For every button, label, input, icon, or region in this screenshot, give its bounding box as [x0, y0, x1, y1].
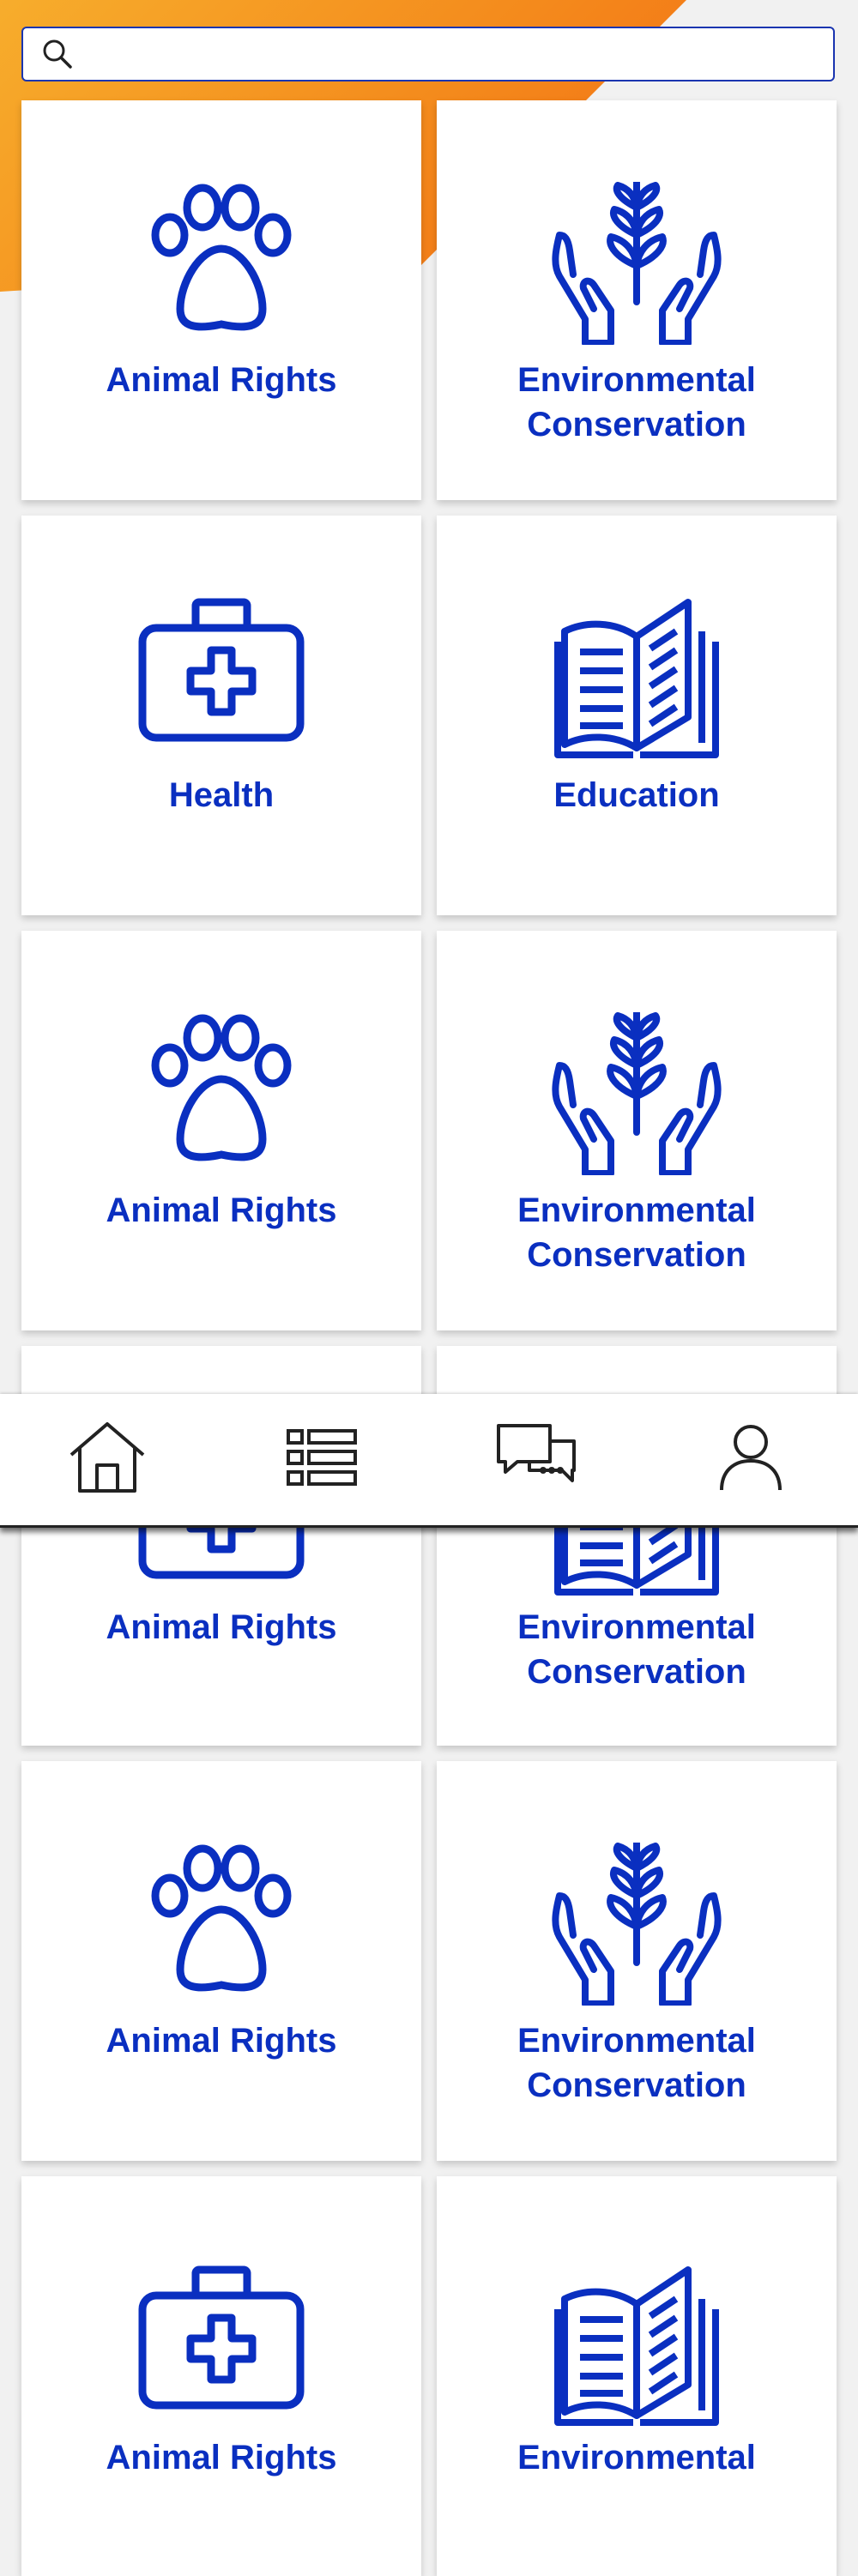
- chat-icon[interactable]: [495, 1422, 577, 1497]
- hands-plant-icon: [437, 182, 837, 345]
- cause-card[interactable]: Environmental Conservation: [437, 1761, 837, 2161]
- card-label: Environmental Conservation: [517, 1191, 756, 1274]
- cause-card[interactable]: Animal Rights: [21, 931, 421, 1330]
- first-aid-kit-icon: [21, 597, 421, 751]
- card-label: Environmental Conservation: [517, 1608, 756, 1691]
- cause-card[interactable]: Health: [21, 516, 421, 915]
- card-label: Animal Rights: [106, 1608, 337, 1646]
- first-aid-kit-icon: [21, 2265, 421, 2419]
- paw-icon: [21, 1012, 421, 1167]
- card-label: Animal Rights: [106, 1191, 337, 1229]
- open-book-icon: [437, 597, 837, 758]
- card-label: Animal Rights: [106, 2439, 337, 2476]
- search-icon[interactable]: [40, 37, 75, 71]
- cause-card[interactable]: Animal Rights: [21, 2176, 421, 2576]
- card-label: Animal Rights: [106, 2022, 337, 2060]
- hands-plant-icon: [437, 1843, 837, 2006]
- search-input[interactable]: [75, 27, 833, 81]
- paw-icon: [21, 182, 421, 336]
- search-bar[interactable]: [21, 27, 835, 81]
- card-label: Education: [553, 776, 720, 814]
- cause-card[interactable]: Education: [437, 516, 837, 915]
- nav-home-button[interactable]: [60, 1413, 154, 1507]
- profile-icon[interactable]: [718, 1423, 783, 1496]
- card-label: Environmental: [517, 2439, 756, 2476]
- list-icon[interactable]: [287, 1427, 357, 1492]
- card-label: Health: [168, 776, 275, 814]
- card-label: Environmental Conservation: [517, 2022, 756, 2104]
- hands-plant-icon: [437, 1012, 837, 1175]
- card-label: Environmental Conservation: [517, 361, 756, 443]
- open-book-icon: [437, 2265, 837, 2426]
- home-icon[interactable]: [68, 1421, 147, 1499]
- cause-card[interactable]: Environmental Conservation: [437, 931, 837, 1330]
- cause-card[interactable]: Animal Rights: [21, 1761, 421, 2161]
- cause-card[interactable]: Environmental: [437, 2176, 837, 2576]
- paw-icon: [21, 1843, 421, 1997]
- cause-card[interactable]: Environmental Conservation: [437, 100, 837, 500]
- nav-messages-button[interactable]: [489, 1413, 583, 1507]
- card-label: Animal Rights: [106, 361, 337, 399]
- nav-list-button[interactable]: [275, 1413, 369, 1507]
- nav-profile-button[interactable]: [704, 1413, 798, 1507]
- bottom-nav-bar: [0, 1394, 858, 1528]
- cause-grid: Animal Rights Environmental Conservation: [21, 100, 837, 2576]
- cause-card[interactable]: Animal Rights: [21, 100, 421, 500]
